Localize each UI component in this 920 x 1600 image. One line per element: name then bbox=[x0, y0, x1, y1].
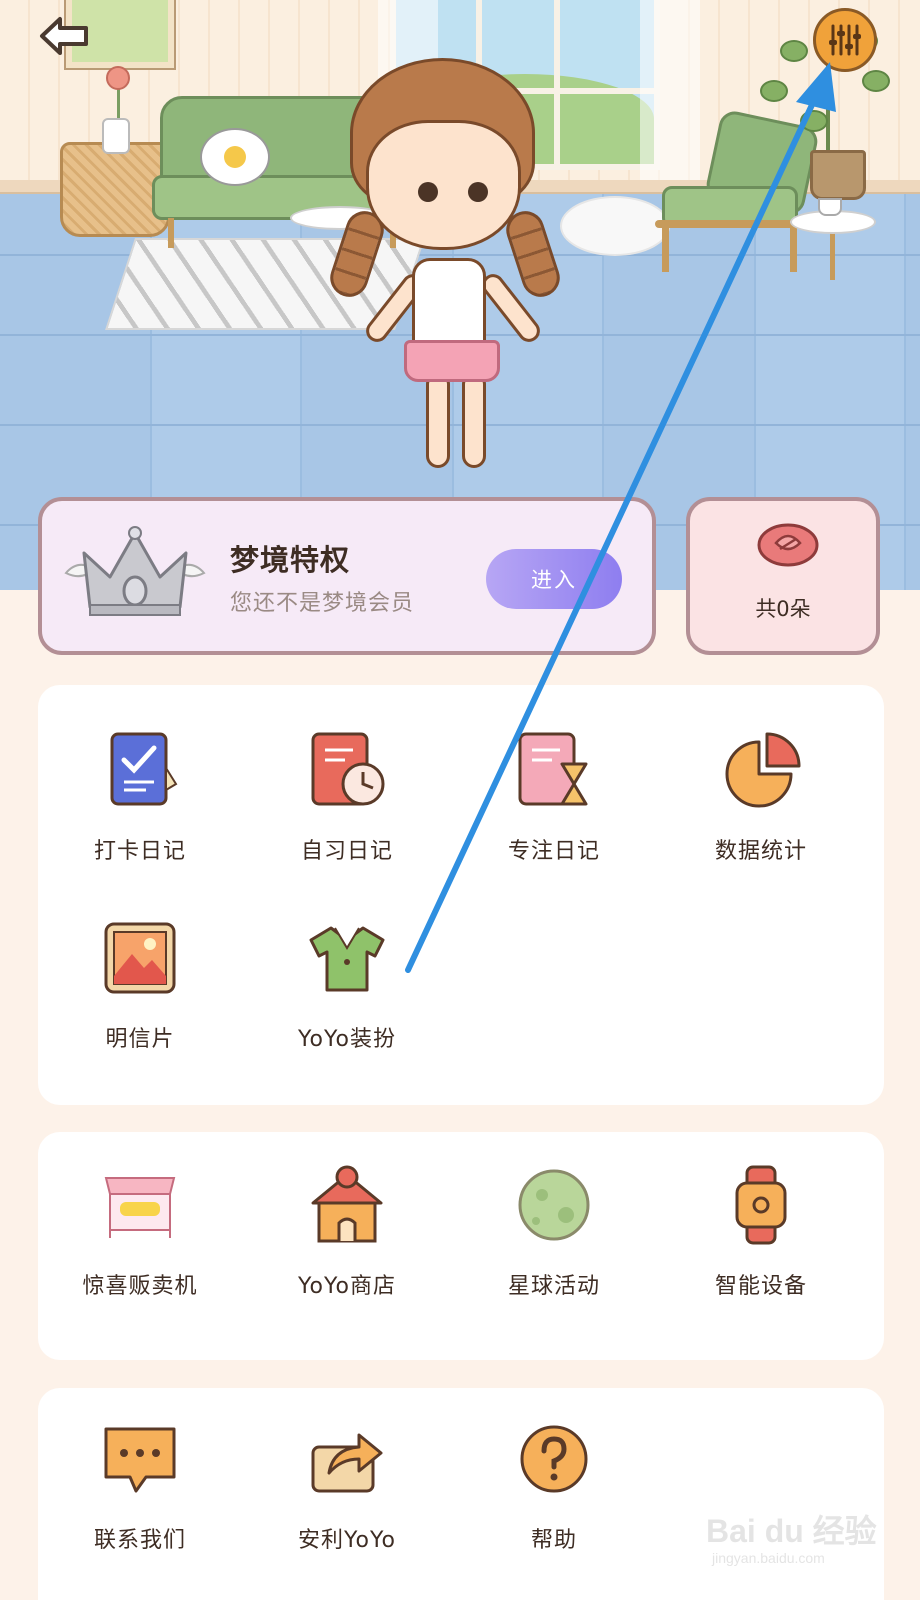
silver-crown-icon bbox=[64, 526, 206, 616]
diary-panel: 打卡日记 自习日记 专注日记 数据统计 明信片 YoYo装扮 bbox=[38, 685, 884, 1105]
watermark-logo: Bai du 经验 bbox=[706, 1513, 877, 1549]
item-label: 打卡日记 bbox=[93, 839, 186, 864]
data-statistics-button[interactable]: 数据统计 bbox=[661, 725, 861, 865]
focus-diary-button[interactable]: 专注日记 bbox=[454, 725, 654, 865]
watermark-url: jingyan.baidu.com bbox=[712, 1550, 825, 1566]
yoyo-outfit-button[interactable]: YoYo装扮 bbox=[247, 913, 447, 1053]
flower-count-card[interactable]: 共0朵 bbox=[686, 497, 880, 655]
yoyo-shop-button[interactable]: YoYo商店 bbox=[247, 1160, 447, 1300]
back-arrow-icon bbox=[40, 17, 88, 55]
flower-count-label: 共0朵 bbox=[755, 597, 811, 621]
fur-rug bbox=[560, 196, 670, 256]
shop-icon bbox=[311, 1165, 383, 1243]
plant-pot bbox=[810, 150, 866, 200]
item-label: 数据统计 bbox=[714, 839, 807, 864]
item-label: 惊喜贩卖机 bbox=[82, 1274, 198, 1299]
checkin-diary-icon bbox=[110, 732, 178, 806]
help-icon bbox=[520, 1425, 588, 1493]
contact-us-button[interactable]: 联系我们 bbox=[40, 1414, 240, 1554]
share-icon bbox=[311, 1433, 383, 1493]
vip-card[interactable]: 梦境特权 您还不是梦境会员 进入 bbox=[38, 497, 656, 655]
item-label: 帮助 bbox=[530, 1528, 577, 1553]
item-label: 联系我们 bbox=[93, 1528, 186, 1553]
back-button[interactable] bbox=[36, 14, 92, 58]
rose-decoration bbox=[106, 66, 130, 90]
item-label: YoYo装扮 bbox=[298, 1027, 396, 1052]
smartwatch-icon bbox=[735, 1165, 787, 1245]
surprise-vending-button[interactable]: 惊喜贩卖机 bbox=[40, 1160, 240, 1300]
vip-subtitle: 您还不是梦境会员 bbox=[230, 591, 415, 616]
vip-title: 梦境特权 bbox=[230, 543, 351, 577]
watermark: Bai du 经验 jingyan.baidu.com bbox=[700, 1500, 900, 1580]
outfit-icon bbox=[309, 926, 385, 992]
item-label: YoYo商店 bbox=[298, 1274, 396, 1299]
pie-chart-icon bbox=[725, 732, 801, 808]
postcard-icon bbox=[104, 922, 176, 994]
help-button[interactable]: 帮助 bbox=[454, 1414, 654, 1554]
rose-icon bbox=[757, 523, 819, 567]
item-label: 安利YoYo bbox=[298, 1528, 396, 1553]
checkin-diary-button[interactable]: 打卡日记 bbox=[40, 725, 240, 865]
planet-icon bbox=[518, 1169, 590, 1241]
item-label: 明信片 bbox=[105, 1027, 175, 1052]
focus-diary-icon bbox=[518, 732, 588, 806]
sliders-settings-icon bbox=[829, 24, 861, 56]
shop-panel: 惊喜贩卖机 YoYo商店 星球活动 智能设备 bbox=[38, 1132, 884, 1360]
vending-machine-icon bbox=[104, 1177, 176, 1238]
settings-button[interactable] bbox=[813, 8, 877, 72]
curtain bbox=[640, 0, 700, 200]
recommend-yoyo-button[interactable]: 安利YoYo bbox=[247, 1414, 447, 1554]
item-label: 专注日记 bbox=[507, 839, 600, 864]
item-label: 智能设备 bbox=[714, 1274, 807, 1299]
smart-device-button[interactable]: 智能设备 bbox=[661, 1160, 861, 1300]
vase bbox=[102, 118, 130, 154]
coffee-cup bbox=[818, 198, 842, 216]
item-label: 自习日记 bbox=[300, 839, 393, 864]
study-diary-icon bbox=[311, 732, 385, 806]
postcard-button[interactable]: 明信片 bbox=[40, 913, 240, 1053]
chat-bubble-icon bbox=[104, 1427, 176, 1493]
enter-button[interactable]: 进入 bbox=[486, 549, 622, 609]
study-diary-button[interactable]: 自习日记 bbox=[247, 725, 447, 865]
planet-activity-button[interactable]: 星球活动 bbox=[454, 1160, 654, 1300]
item-label: 星球活动 bbox=[507, 1274, 600, 1299]
